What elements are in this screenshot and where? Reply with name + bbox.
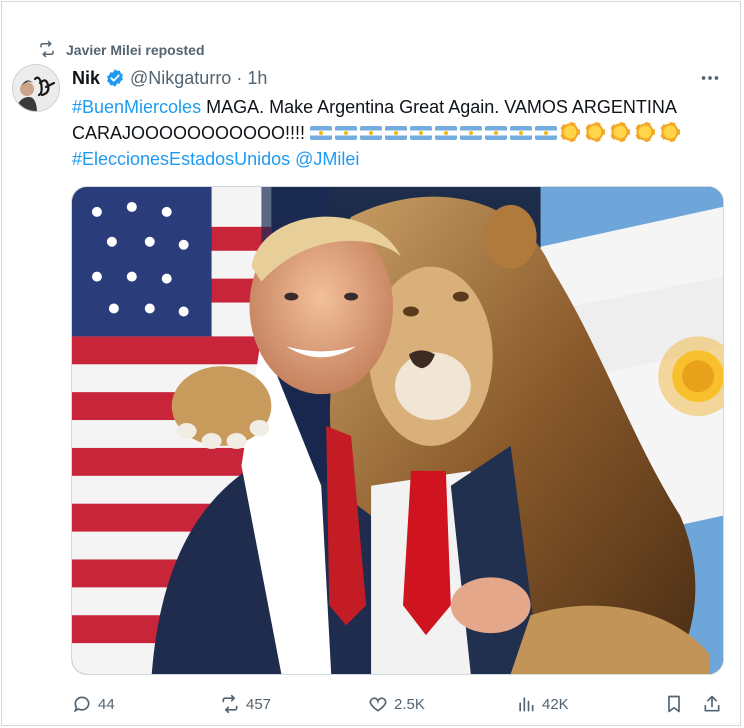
argentina-flag-emoji [510, 126, 533, 140]
argentina-flag-emoji [310, 126, 333, 140]
action-bar: 44 457 2.5K 42K [72, 690, 722, 718]
post-time[interactable]: 1h [247, 68, 267, 89]
avatar[interactable] [12, 64, 60, 112]
repost-label[interactable]: Javier Milei reposted [66, 42, 205, 58]
sun-emoji [560, 122, 581, 142]
hashtag-elecciones[interactable]: #EleccionesEstadosUnidos [72, 149, 290, 169]
views-icon [519, 697, 534, 712]
separator-dot: · [236, 67, 243, 88]
repost-indicator[interactable]: Javier Milei reposted [38, 40, 205, 60]
tweet-image[interactable] [71, 186, 724, 675]
like-button[interactable]: 2.5K [368, 690, 425, 718]
argentina-flag-emoji [410, 126, 433, 140]
argentina-flag-emoji [460, 126, 483, 140]
share-button[interactable] [702, 690, 722, 718]
verified-badge-icon [105, 68, 125, 88]
bookmark-icon [668, 695, 680, 713]
like-count: 2.5K [394, 695, 425, 713]
argentina-flag-emoji [385, 126, 408, 140]
repost-button[interactable]: 457 [220, 690, 271, 718]
argentina-flag-emoji [360, 126, 383, 140]
argentina-flag-emoji [435, 126, 458, 140]
reply-button[interactable]: 44 [72, 690, 115, 718]
tweet-header: Nik @Nikgaturro · 1h [72, 67, 267, 89]
author-name[interactable]: Nik [72, 68, 100, 89]
views-button[interactable]: 42K [516, 690, 569, 718]
heart-icon [369, 697, 387, 712]
sun-emoji [610, 122, 631, 142]
mention-jmilei[interactable]: @JMilei [295, 149, 359, 169]
argentina-flag-emoji [535, 126, 558, 140]
sun-emoji [660, 122, 681, 142]
argentina-flag-emoji [485, 126, 508, 140]
sun-emoji [585, 122, 606, 142]
bookmark-button[interactable] [664, 690, 684, 718]
emoji-row [310, 122, 685, 143]
photo-icon [72, 187, 723, 674]
sun-emoji [635, 122, 656, 142]
more-dots-icon [701, 76, 719, 80]
tweet-line-2: CARAJOOOOOOOOOOO!!!! [72, 123, 311, 143]
hashtag-buenmiercoles[interactable]: #BuenMiercoles [72, 97, 201, 117]
share-icon [704, 695, 720, 712]
tweet-text: #BuenMiercoles MAGA. Make Argentina Grea… [72, 94, 712, 172]
more-options-button[interactable] [698, 66, 722, 90]
repost-count: 457 [246, 695, 272, 713]
reply-count: 44 [98, 695, 115, 713]
argentina-flag-emoji [335, 126, 358, 140]
views-count: 42K [542, 695, 569, 713]
repost-action-icon [222, 694, 238, 714]
tweet-line-1: MAGA. Make Argentina Great Again. VAMOS … [201, 97, 677, 117]
reply-icon [73, 696, 90, 713]
repost-icon [38, 40, 56, 61]
author-handle[interactable]: @Nikgaturro [130, 68, 231, 89]
